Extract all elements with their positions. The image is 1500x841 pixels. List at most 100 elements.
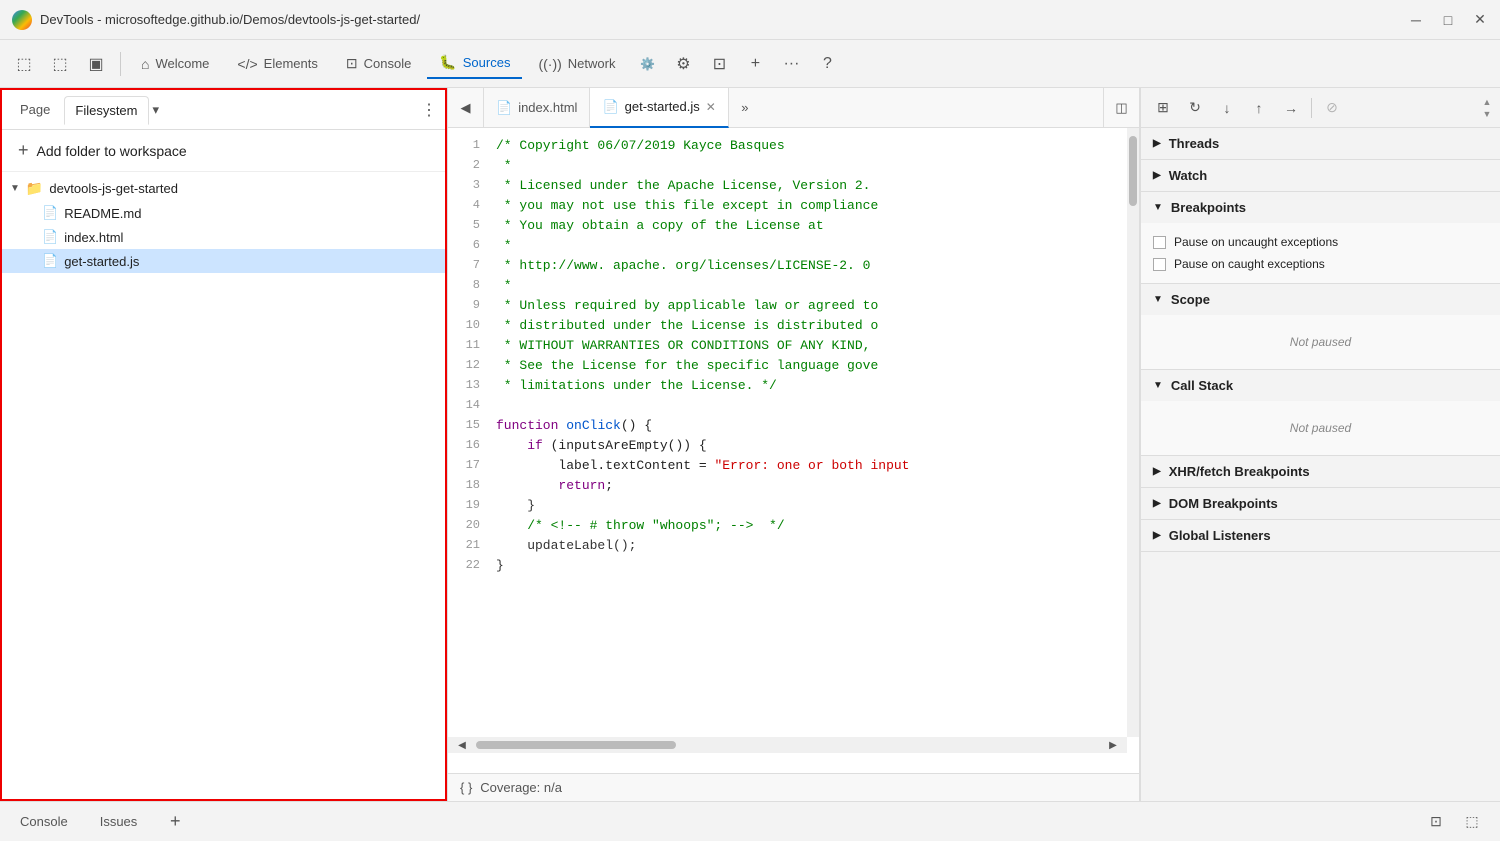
deactivate-breakpoints-icon[interactable]: ⊘ <box>1318 94 1346 122</box>
tab-network[interactable]: ((·)) Network <box>526 50 627 78</box>
code-line-7: 7 * http://www. apache. org/licenses/LIC… <box>448 256 1139 276</box>
section-arrow-xhr-breakpoints: ▶ <box>1153 466 1161 477</box>
sidebar-section-header-watch[interactable]: ▶Watch <box>1141 160 1500 191</box>
section-empty-scope: Not paused <box>1153 323 1488 361</box>
step-into-icon[interactable]: ↓ <box>1213 94 1241 122</box>
settings-icon[interactable]: ⚙ <box>667 48 699 80</box>
tab-index-label: index.html <box>518 100 577 115</box>
checkbox-icon[interactable] <box>1153 236 1166 249</box>
bottom-tab-issues[interactable]: Issues <box>92 808 146 835</box>
sidebar-section-header-xhr-breakpoints[interactable]: ▶ XHR/fetch Breakpoints <box>1141 456 1500 487</box>
scrollbar-horizontal[interactable]: ◀ ▶ <box>448 737 1127 753</box>
code-line-18: 18 return; <box>448 476 1139 496</box>
close-button[interactable]: ✕ <box>1472 12 1488 28</box>
device-emulation-icon[interactable]: ⚙️ <box>631 48 663 80</box>
tab-welcome[interactable]: ⌂ Welcome <box>129 50 221 78</box>
bottom-bar: Console Issues + ⊡ ⬚ <box>0 801 1500 841</box>
scroll-right-btn[interactable]: ▶ <box>1099 739 1127 751</box>
new-tab-icon[interactable]: ⊡ <box>703 48 735 80</box>
folder-icon: 📁 <box>26 180 43 197</box>
code-line-12: 12 * See the License for the specific la… <box>448 356 1139 376</box>
sidebar-section-header-dom-breakpoints[interactable]: ▶DOM Breakpoints <box>1141 488 1500 519</box>
tab-filesystem[interactable]: Filesystem <box>64 96 148 125</box>
sidebar-section-header-breakpoints[interactable]: ▼Breakpoints <box>1141 192 1500 223</box>
folder-item[interactable]: ▼ 📁 devtools-js-get-started <box>2 176 445 201</box>
step-icon[interactable]: → <box>1277 94 1305 122</box>
more-icon[interactable]: ··· <box>775 48 807 80</box>
tab-index-icon: 📄 <box>496 100 512 116</box>
file-name-readme: README.md <box>64 206 141 221</box>
code-content-13: * limitations under the License. */ <box>496 376 777 396</box>
right-sections: ▶Threads▶Watch▼BreakpointsPause on uncau… <box>1141 128 1500 552</box>
code-scroll[interactable]: 1/* Copyright 06/07/2019 Kayce Basques2 … <box>448 128 1139 773</box>
tab-page[interactable]: Page <box>10 96 60 123</box>
code-block: 1/* Copyright 06/07/2019 Kayce Basques2 … <box>448 128 1139 584</box>
bottom-console-label: Console <box>20 814 68 829</box>
scroll-left-btn[interactable]: ◀ <box>448 739 476 751</box>
code-content-20: /* <!-- # throw "whoops"; --> */ <box>496 516 785 536</box>
left-panel-more-icon[interactable]: ⋮ <box>421 100 437 120</box>
coverage-bar: { } Coverage: n/a <box>448 773 1139 801</box>
tab-js-close-icon[interactable]: ✕ <box>706 100 716 114</box>
pause-resume-icon[interactable]: ⊞ <box>1149 94 1177 122</box>
file-item-js[interactable]: 📄 get-started.js <box>2 249 445 273</box>
bottom-add-tab-icon[interactable]: + <box>161 808 189 836</box>
checkbox-row-pause-on-caught-exceptions[interactable]: Pause on caught exceptions <box>1153 253 1488 275</box>
file-item-readme[interactable]: 📄 README.md <box>2 201 445 225</box>
bottom-undock-icon[interactable]: ⊡ <box>1420 806 1452 838</box>
section-label-scope: Scope <box>1171 292 1210 307</box>
checkbox-icon[interactable] <box>1153 258 1166 271</box>
code-content-3: * Licensed under the Apache License, Ver… <box>496 176 870 196</box>
left-tab-chevron[interactable]: ▾ <box>153 102 160 118</box>
tab-elements[interactable]: </> Elements <box>225 50 329 78</box>
code-line-5: 5 * You may obtain a copy of the License… <box>448 216 1139 236</box>
code-content-16: if (inputsAreEmpty()) { <box>496 436 707 456</box>
right-scroll-up-icon[interactable]: ▲ <box>1482 97 1492 107</box>
sidebar-section-header-global-listeners[interactable]: ▶Global Listeners <box>1141 520 1500 551</box>
sidebar-section-header-scope[interactable]: ▼Scope <box>1141 284 1500 315</box>
bottom-dock-icon[interactable]: ⬚ <box>1456 806 1488 838</box>
editor-panel: ◀ 📄 index.html 📄 get-started.js ✕ » ◫ 1/… <box>447 88 1140 801</box>
coverage-label: Coverage: n/a <box>480 780 562 795</box>
file-name-index: index.html <box>64 230 123 245</box>
app-logo <box>12 10 32 30</box>
add-folder-row[interactable]: + Add folder to workspace <box>2 130 445 172</box>
scrollbar-vertical[interactable] <box>1127 128 1139 737</box>
editor-tab-more-icon[interactable]: » <box>729 88 761 128</box>
file-icon-js: 📄 <box>42 253 58 269</box>
editor-split-icon[interactable]: ◫ <box>1103 88 1139 128</box>
add-tab-icon[interactable]: + <box>739 48 771 80</box>
title-bar: DevTools - microsoftedge.github.io/Demos… <box>0 0 1500 40</box>
tab-sources[interactable]: 🐛 Sources <box>427 48 522 79</box>
right-scroll-down-icon[interactable]: ▼ <box>1482 109 1492 119</box>
section-label-call-stack: Call Stack <box>1171 378 1233 393</box>
help-icon[interactable]: ? <box>811 48 843 80</box>
right-panel: ⊞ ↻ ↓ ↑ → ⊘ ▲ ▼ ▶Threads▶Watch▼Breakpoin… <box>1140 88 1500 801</box>
device-toggle-icon[interactable]: ⬚ <box>8 48 40 80</box>
minimize-button[interactable]: ─ <box>1408 12 1424 28</box>
file-icon-md: 📄 <box>42 205 58 221</box>
code-line-10: 10 * distributed under the License is di… <box>448 316 1139 336</box>
section-empty-call-stack: Not paused <box>1153 409 1488 447</box>
bottom-tab-console[interactable]: Console <box>12 808 76 835</box>
step-over-icon[interactable]: ↻ <box>1181 94 1209 122</box>
step-out-icon[interactable]: ↑ <box>1245 94 1273 122</box>
bottom-issues-label: Issues <box>100 814 138 829</box>
code-content-9: * Unless required by applicable law or a… <box>496 296 878 316</box>
maximize-button[interactable]: □ <box>1440 12 1456 28</box>
sidebar-section-header-threads[interactable]: ▶Threads <box>1141 128 1500 159</box>
editor-tab-back-icon[interactable]: ◀ <box>448 88 484 128</box>
checkbox-row-pause-on-uncaught-exceptions[interactable]: Pause on uncaught exceptions <box>1153 231 1488 253</box>
editor-tab-js[interactable]: 📄 get-started.js ✕ <box>590 88 728 128</box>
editor-tab-index[interactable]: 📄 index.html <box>484 88 590 128</box>
sidebar-section-header-call-stack[interactable]: ▼Call Stack <box>1141 370 1500 401</box>
tab-console[interactable]: ⊡ Console <box>334 49 423 78</box>
right-scroll-controls: ▲ ▼ <box>1482 97 1492 119</box>
section-label-xhr-breakpoints: XHR/fetch Breakpoints <box>1169 464 1310 479</box>
inspect-icon[interactable]: ⬚ <box>44 48 76 80</box>
section-label-watch: Watch <box>1169 168 1208 183</box>
sidebar-section-scope: ▼Scope Not paused <box>1141 284 1500 370</box>
file-item-index[interactable]: 📄 index.html <box>2 225 445 249</box>
sidebar-toggle-icon[interactable]: ▣ <box>80 48 112 80</box>
section-arrow-dom-breakpoints: ▶ <box>1153 498 1161 509</box>
